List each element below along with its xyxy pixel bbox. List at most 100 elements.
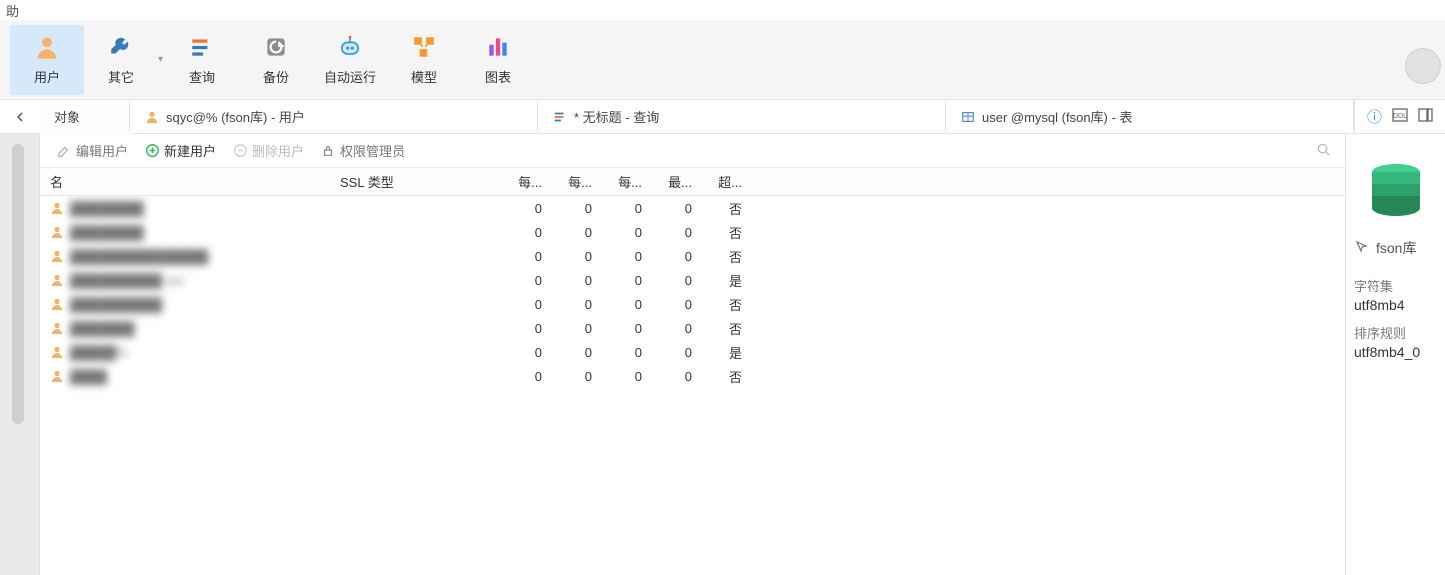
user-name-cell: ████████ <box>70 225 144 240</box>
edit-user-label: 编辑用户 <box>76 141 128 160</box>
per3-cell: 0 <box>600 321 650 336</box>
column-over[interactable]: 超... <box>700 172 750 191</box>
pencil-icon <box>56 143 72 159</box>
tab-objects-label: 对象 <box>54 107 80 126</box>
collapse-sidebar-button[interactable] <box>0 100 40 133</box>
user-row-icon <box>50 201 64 215</box>
table-row[interactable]: ██████████ ost0000是 <box>40 268 1345 292</box>
table-row[interactable]: ██████████0000否 <box>40 292 1345 316</box>
db-name: fson库 <box>1376 238 1416 258</box>
plus-circle-icon <box>144 143 160 159</box>
chart-icon <box>484 33 512 61</box>
column-ssl[interactable]: SSL 类型 <box>340 172 450 191</box>
per1-cell: 0 <box>500 345 550 360</box>
table-row[interactable]: ████████0000否 <box>40 196 1345 220</box>
user-row-icon <box>50 273 64 287</box>
wrench-icon <box>107 33 135 61</box>
tab-user-detail[interactable]: sqyc@% (fson库) - 用户 <box>130 100 538 133</box>
max-cell: 0 <box>650 225 700 240</box>
max-cell: 0 <box>650 273 700 288</box>
user-name-cell: ████████ <box>70 201 144 216</box>
toolbar-chart-button[interactable]: 图表 <box>461 25 535 95</box>
per1-cell: 0 <box>500 225 550 240</box>
db-name-row: fson库 <box>1354 238 1437 258</box>
user-name-cell: ████ <box>70 369 107 384</box>
grid-body: ████████0000否████████0000否██████████████… <box>40 196 1345 575</box>
table-row[interactable]: ████0000否 <box>40 364 1345 388</box>
user-small-icon <box>144 109 160 125</box>
over-cell: 否 <box>700 223 750 242</box>
max-cell: 0 <box>650 345 700 360</box>
max-cell: 0 <box>650 249 700 264</box>
privilege-admin-label: 权限管理员 <box>340 141 405 160</box>
charset-label: 字符集 <box>1354 276 1437 295</box>
user-name-cell: ██████████ <box>70 297 162 312</box>
column-name[interactable]: 名 <box>40 172 340 191</box>
tab-table-user-label: user @mysql (fson库) - 表 <box>982 107 1132 126</box>
user-row-icon <box>50 321 64 335</box>
privilege-admin-button[interactable]: 权限管理员 <box>314 139 411 162</box>
column-per-3[interactable]: 每... <box>600 172 650 191</box>
scrollbar-thumb[interactable] <box>12 144 24 424</box>
cursor-icon <box>1354 239 1370 258</box>
over-cell: 否 <box>700 199 750 218</box>
user-row-icon <box>50 369 64 383</box>
user-row-icon <box>50 225 64 239</box>
minus-circle-icon <box>232 143 248 159</box>
column-per-1[interactable]: 每... <box>500 172 550 191</box>
query-icon <box>188 33 216 61</box>
toolbar-auto-button[interactable]: 自动运行 <box>313 25 387 95</box>
toolbar-query-label: 查询 <box>189 67 215 86</box>
properties-panel: fson库 字符集 utf8mb4 排序规则 utf8mb4_0 <box>1345 134 1445 575</box>
edit-user-button[interactable]: 编辑用户 <box>50 139 134 162</box>
table-row[interactable]: █████%0000是 <box>40 340 1345 364</box>
info-icon[interactable]: ⓘ <box>1367 106 1382 127</box>
per2-cell: 0 <box>550 225 600 240</box>
per3-cell: 0 <box>600 201 650 216</box>
over-cell: 否 <box>700 247 750 266</box>
over-cell: 是 <box>700 343 750 362</box>
toolbar-query-button[interactable]: 查询 <box>165 25 239 95</box>
toolbar-user-button[interactable]: 用户 <box>10 25 84 95</box>
toolbar-chart-label: 图表 <box>485 67 511 86</box>
over-cell: 否 <box>700 319 750 338</box>
table-row[interactable]: ████████0000否 <box>40 220 1345 244</box>
toolbar-model-label: 模型 <box>411 67 437 86</box>
new-user-button[interactable]: 新建用户 <box>138 139 222 162</box>
toolbar-backup-button[interactable]: 备份 <box>239 25 313 95</box>
tab-objects[interactable]: 对象 <box>40 100 130 134</box>
user-row-icon <box>50 345 64 359</box>
tab-query-untitled[interactable]: * 无标题 - 查询 <box>538 100 946 133</box>
toolbar-other-button[interactable]: 其它 <box>84 25 158 95</box>
search-button[interactable] <box>1312 138 1335 164</box>
dropdown-caret-icon[interactable]: ▾ <box>158 25 165 95</box>
user-name-cell: █████% <box>70 345 128 360</box>
delete-user-button[interactable]: 删除用户 <box>226 139 310 162</box>
per1-cell: 0 <box>500 369 550 384</box>
tab-table-user[interactable]: user @mysql (fson库) - 表 <box>946 100 1354 133</box>
backup-icon <box>262 33 290 61</box>
max-cell: 0 <box>650 201 700 216</box>
grid-header: 名 SSL 类型 每... 每... 每... 最... 超... <box>40 168 1345 196</box>
column-max[interactable]: 最... <box>650 172 700 191</box>
ddl-view-icon[interactable]: DDL <box>1392 108 1408 126</box>
column-per-2[interactable]: 每... <box>550 172 600 191</box>
per3-cell: 0 <box>600 225 650 240</box>
table-row[interactable]: ███████████████0000否 <box>40 244 1345 268</box>
per1-cell: 0 <box>500 201 550 216</box>
main-toolbar: 用户 其它 ▾ 查询 备份 自动运行 <box>0 20 1445 100</box>
robot-icon <box>336 33 364 61</box>
new-user-label: 新建用户 <box>164 141 216 160</box>
panel-layout-icon[interactable] <box>1418 108 1433 126</box>
user-name-cell: ███████ <box>70 321 134 336</box>
toolbar-model-button[interactable]: 模型 <box>387 25 461 95</box>
lock-icon <box>320 143 336 159</box>
per1-cell: 0 <box>500 321 550 336</box>
over-cell: 是 <box>700 271 750 290</box>
table-row[interactable]: ███████0000否 <box>40 316 1345 340</box>
per1-cell: 0 <box>500 249 550 264</box>
account-avatar[interactable] <box>1405 48 1441 84</box>
tab-bar: 对象 sqyc@% (fson库) - 用户 * 无标题 - 查询 user @… <box>0 100 1445 134</box>
user-name-cell: ██████████ ost <box>70 273 183 288</box>
max-cell: 0 <box>650 321 700 336</box>
